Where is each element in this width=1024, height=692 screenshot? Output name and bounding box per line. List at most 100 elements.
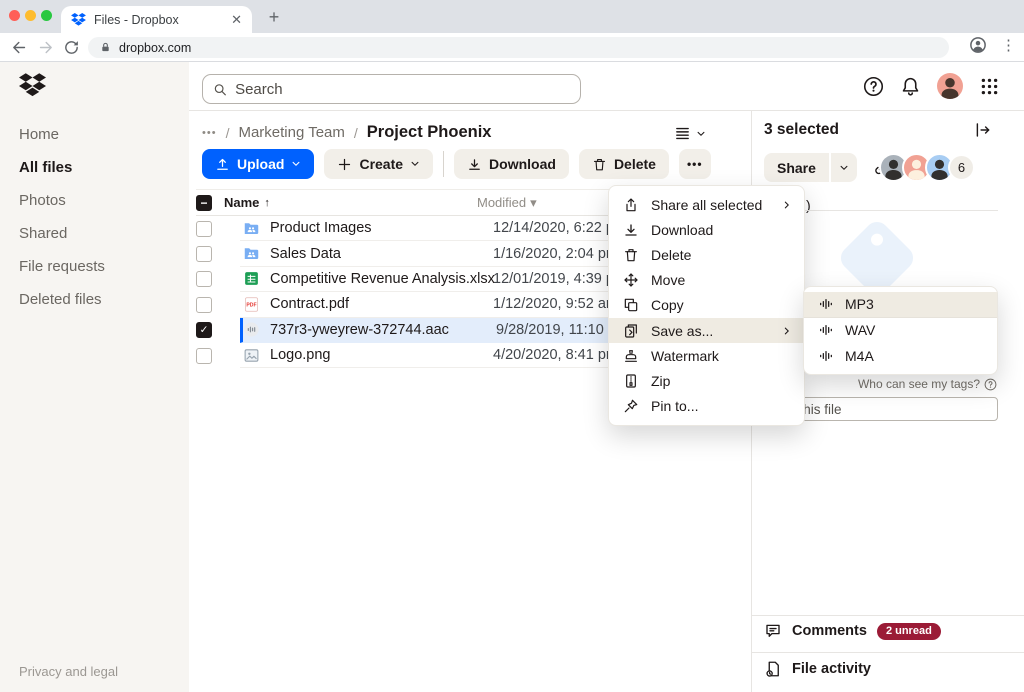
breadcrumb-separator: / xyxy=(226,125,230,141)
column-header-name[interactable]: Name↑ xyxy=(224,195,270,210)
sidebar-item-home[interactable]: Home xyxy=(0,118,189,151)
menu-item-share-all-selected[interactable]: Share all selected xyxy=(609,192,804,217)
help-icon xyxy=(984,378,997,391)
menu-item-delete[interactable]: Delete xyxy=(609,242,804,267)
submenu-item-wav[interactable]: WAV xyxy=(804,318,997,344)
comment-bubble-icon xyxy=(764,622,782,640)
audio-file-icon xyxy=(243,321,260,338)
breadcrumb-parent[interactable]: Marketing Team xyxy=(238,124,344,141)
privacy-and-legal-link[interactable]: Privacy and legal xyxy=(19,664,118,679)
move-icon xyxy=(623,272,639,288)
sort-asc-icon: ↑ xyxy=(264,197,270,209)
browser-profile-icon[interactable] xyxy=(969,36,987,54)
sidebar-item-photos[interactable]: Photos xyxy=(0,184,189,217)
download-icon xyxy=(467,157,482,172)
apps-grid-icon[interactable] xyxy=(979,76,1000,97)
tab-close-icon[interactable]: ✕ xyxy=(231,12,242,28)
screen: Files - Dropbox ✕ + dropbox.com ⋮ Home A… xyxy=(0,0,1024,692)
search-box[interactable] xyxy=(202,74,581,104)
sidebar: Home All files Photos Shared File reques… xyxy=(0,62,189,692)
menu-item-watermark[interactable]: Watermark xyxy=(609,343,804,368)
file-modified-date: 4/20/2020, 8:41 pm xyxy=(493,347,618,363)
lock-icon xyxy=(100,42,111,53)
download-button[interactable]: Download xyxy=(454,149,569,179)
select-all-checkbox[interactable] xyxy=(196,195,212,211)
waveform-icon xyxy=(818,348,834,364)
file-name[interactable]: Logo.png xyxy=(270,347,330,363)
menu-item-zip[interactable]: Zip xyxy=(609,368,804,393)
row-checkbox[interactable] xyxy=(196,297,212,313)
dropbox-logo[interactable] xyxy=(19,73,46,97)
more-actions-button[interactable]: ••• xyxy=(679,149,711,179)
trash-icon xyxy=(623,247,639,263)
address-bar[interactable]: dropbox.com xyxy=(88,37,949,58)
traffic-light-close[interactable] xyxy=(9,10,20,21)
file-name[interactable]: Product Images xyxy=(270,220,372,236)
menu-item-save-as[interactable]: Save as... xyxy=(609,318,804,343)
row-checkbox[interactable] xyxy=(196,348,212,364)
sidebar-item-shared[interactable]: Shared xyxy=(0,217,189,250)
new-tab-button[interactable]: + xyxy=(262,5,286,29)
search-input[interactable] xyxy=(235,81,570,98)
collaborator-overflow-count[interactable]: 6 xyxy=(948,154,975,181)
watermark-icon xyxy=(623,348,639,364)
menu-item-move[interactable]: Move xyxy=(609,268,804,293)
breadcrumb-ellipsis[interactable]: ••• xyxy=(202,127,217,139)
back-button[interactable] xyxy=(8,36,30,58)
user-avatar[interactable] xyxy=(937,73,963,99)
pin-icon xyxy=(623,398,639,414)
dropdown-arrow-icon: ▾ xyxy=(530,195,537,211)
notifications-bell-icon[interactable] xyxy=(900,76,921,97)
row-checkbox[interactable] xyxy=(196,322,212,338)
panel-divider xyxy=(752,652,1024,653)
file-modified-date: 12/14/2020, 6:22 pm xyxy=(493,220,626,236)
pdf-icon xyxy=(243,296,260,313)
tags-help-link[interactable]: Who can see my tags? xyxy=(858,377,997,391)
upload-button[interactable]: Upload xyxy=(202,149,314,179)
row-checkbox[interactable] xyxy=(196,271,212,287)
collaborator-avatars: 6 xyxy=(879,153,975,182)
column-header-modified[interactable]: Modified▾ xyxy=(477,195,537,211)
sidebar-item-deleted-files[interactable]: Deleted files xyxy=(0,283,189,316)
sidebar-item-all-files[interactable]: All files xyxy=(0,151,189,184)
delete-button[interactable]: Delete xyxy=(579,149,669,179)
submenu-item-m4a[interactable]: M4A xyxy=(804,343,997,369)
waveform-icon xyxy=(818,296,834,312)
menu-item-pin-to[interactable]: Pin to... xyxy=(609,394,804,419)
browser-toolbar: dropbox.com ⋮ xyxy=(0,33,1024,62)
traffic-light-maximize[interactable] xyxy=(41,10,52,21)
browser-tab[interactable]: Files - Dropbox ✕ xyxy=(61,6,252,33)
plus-icon xyxy=(337,157,352,172)
traffic-light-minimize[interactable] xyxy=(25,10,36,21)
chevron-down-icon xyxy=(291,159,301,169)
menu-item-download[interactable]: Download xyxy=(609,217,804,242)
shared-folder-icon xyxy=(243,220,260,237)
comments-section-toggle[interactable]: Comments 2 unread xyxy=(764,622,941,640)
browser-menu-icon[interactable]: ⋮ xyxy=(1001,36,1016,54)
unread-comments-badge: 2 unread xyxy=(877,623,941,640)
file-name[interactable]: 737r3-yweyrew-372744.aac xyxy=(270,322,449,338)
share-dropdown-button[interactable] xyxy=(831,153,857,182)
view-toggle-button[interactable] xyxy=(674,125,706,142)
file-name[interactable]: Competitive Revenue Analysis.xlsx xyxy=(270,271,495,287)
reload-button[interactable] xyxy=(60,36,82,58)
file-name[interactable]: Sales Data xyxy=(270,246,341,262)
download-icon xyxy=(623,222,639,238)
sidebar-item-file-requests[interactable]: File requests xyxy=(0,250,189,283)
file-name[interactable]: Contract.pdf xyxy=(270,296,349,312)
row-checkbox[interactable] xyxy=(196,246,212,262)
breadcrumb: ••• / Marketing Team / Project Phoenix xyxy=(202,123,491,142)
row-checkbox[interactable] xyxy=(196,221,212,237)
submenu-item-mp3[interactable]: MP3 xyxy=(804,292,997,318)
help-icon[interactable] xyxy=(863,76,884,97)
collapse-panel-icon[interactable] xyxy=(974,121,992,139)
zip-icon xyxy=(623,373,639,389)
forward-button[interactable] xyxy=(34,36,56,58)
share-button[interactable]: Share xyxy=(764,153,829,182)
panel-divider xyxy=(752,615,1024,616)
create-button[interactable]: Create xyxy=(324,149,433,179)
file-activity-section-toggle[interactable]: File activity xyxy=(764,660,871,678)
file-modified-date: 12/01/2019, 4:39 pm xyxy=(493,271,626,287)
file-modified-date: 1/12/2020, 9:52 am xyxy=(493,296,618,312)
menu-item-copy[interactable]: Copy xyxy=(609,293,804,318)
